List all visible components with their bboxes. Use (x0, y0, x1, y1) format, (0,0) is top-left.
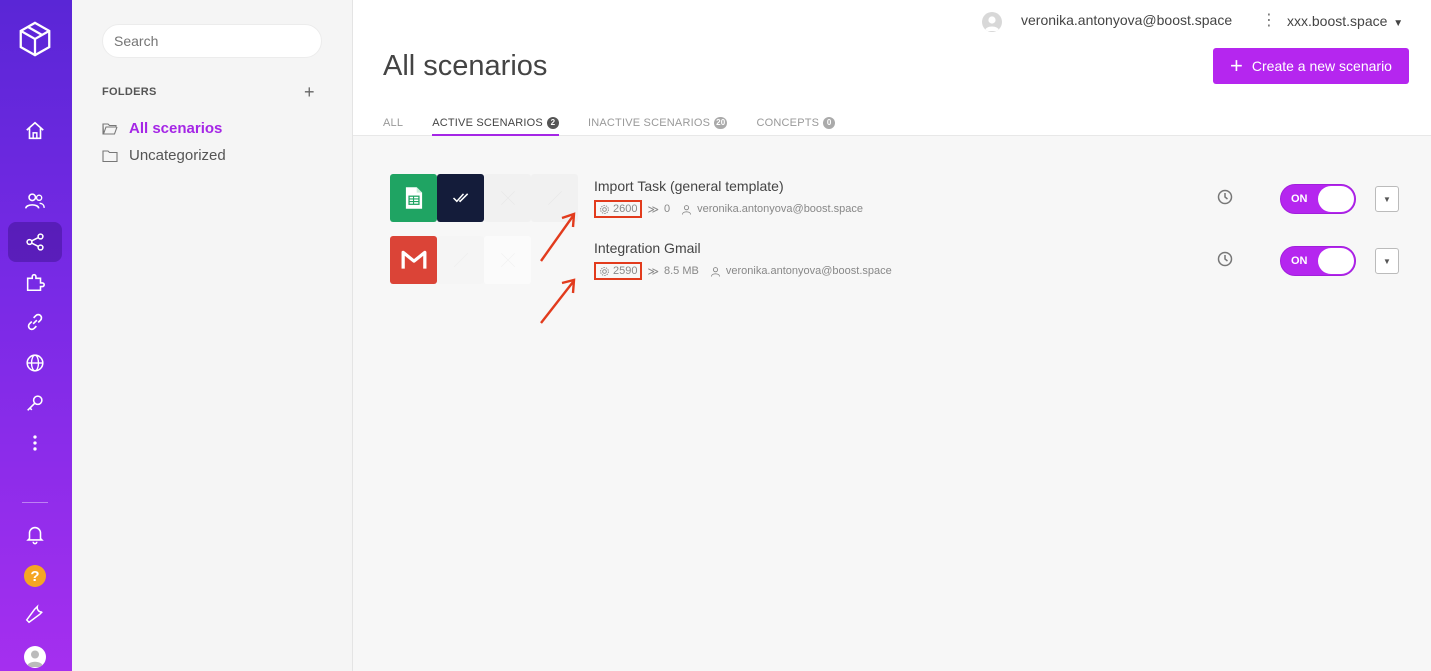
transfer-value: 8.5 MB (664, 265, 699, 277)
tab-label: INACTIVE SCENARIOS (587, 117, 711, 129)
annotation-arrow-icon (540, 278, 576, 324)
scenario-toggle[interactable]: ON (1280, 184, 1356, 214)
key-icon[interactable] (22, 390, 48, 416)
tab-all[interactable]: ALL (383, 110, 403, 136)
rail-divider (22, 502, 48, 503)
tab-concepts[interactable]: CONCEPTS 0 (756, 110, 836, 136)
count-badge: 20 (714, 117, 728, 129)
caret-down-icon: ▼ (1383, 194, 1391, 204)
add-folder-button[interactable]: + (304, 82, 315, 103)
caret-down-icon: ▼ (1383, 256, 1391, 266)
scenario-tabs: ALL ACTIVE SCENARIOS 2 INACTIVE SCENARIOS… (383, 110, 864, 137)
check-icon (437, 174, 484, 222)
folder-label: All scenarios (129, 120, 223, 137)
count-badge: 0 (823, 117, 836, 129)
boost-space-logo-icon[interactable] (16, 20, 54, 58)
operations-value: 2590 (613, 265, 638, 277)
scenario-name[interactable]: Import Task (general template) (594, 178, 784, 194)
help-icon[interactable]: ? (24, 565, 46, 587)
scenario-name[interactable]: Integration Gmail (594, 240, 701, 256)
organization-name: xxx.boost.space (1287, 13, 1388, 29)
scenario-meta: 2590 ≫ 8.5 MB veronika.antonyova@boost.s… (594, 262, 892, 280)
bell-icon[interactable] (22, 521, 48, 547)
transfer-icon: ≫ (647, 203, 659, 216)
toggle-knob (1318, 186, 1354, 212)
puzzle-icon[interactable] (22, 269, 48, 295)
user-avatar-icon[interactable] (982, 12, 1002, 32)
scenario-meta: 2600 ≫ 0 veronika.antonyova@boost.space (594, 200, 863, 218)
scenario-options-dropdown[interactable]: ▼ (1375, 186, 1399, 212)
scenario-toggle[interactable]: ON (1280, 246, 1356, 276)
annotation-arrow-icon (540, 212, 576, 262)
tab-label: ACTIVE SCENARIOS (432, 117, 543, 129)
page-header: veronika.antonyova@boost.space ⋮ xxx.boo… (353, 0, 1431, 137)
plus-icon: + (1230, 53, 1243, 78)
share-icon[interactable] (22, 229, 48, 255)
scenario-list: Import Task (general template) 2600 ≫ 0 … (353, 136, 1431, 671)
profile-avatar-icon[interactable] (24, 646, 46, 668)
placeholder-tile-icon (484, 236, 531, 284)
more-vertical-icon[interactable] (22, 430, 48, 456)
team-icon[interactable] (22, 188, 48, 214)
user-icon (710, 266, 720, 277)
sheets-icon (390, 174, 437, 222)
folder-uncategorized[interactable]: Uncategorized (102, 147, 226, 164)
home-icon[interactable] (22, 118, 48, 144)
count-badge: 2 (546, 117, 559, 129)
caret-down-icon: ▼ (1393, 18, 1404, 29)
toggle-label: ON (1291, 255, 1308, 267)
operations-count: 2600 (594, 200, 643, 218)
wrench-icon[interactable] (22, 601, 48, 627)
folder-all-scenarios[interactable]: All scenarios (102, 120, 222, 137)
folder-sidebar: FOLDERS + All scenarios Uncategorized (72, 0, 353, 671)
organization-switcher[interactable]: xxx.boost.space ▼ (1287, 13, 1403, 29)
placeholder-tile-icon (437, 236, 484, 284)
gear-icon (600, 204, 609, 214)
owner-value: veronika.antonyova@boost.space (725, 265, 892, 277)
owner-value: veronika.antonyova@boost.space (697, 203, 864, 215)
user-icon (682, 204, 692, 215)
tab-active-scenarios[interactable]: ACTIVE SCENARIOS 2 (432, 110, 559, 137)
scenario-options-dropdown[interactable]: ▼ (1375, 248, 1399, 274)
clock-icon[interactable] (1217, 251, 1233, 267)
create-scenario-button[interactable]: + Create a new scenario (1213, 48, 1409, 84)
operations-count: 2590 (594, 262, 643, 280)
folders-heading: FOLDERS (102, 86, 157, 98)
user-email[interactable]: veronika.antonyova@boost.space (1021, 12, 1232, 28)
folder-label: Uncategorized (129, 147, 226, 164)
search-input[interactable] (102, 24, 322, 58)
create-scenario-label: Create a new scenario (1251, 58, 1392, 74)
tab-inactive-scenarios[interactable]: INACTIVE SCENARIOS 20 (588, 110, 728, 136)
toggle-knob (1318, 248, 1354, 274)
tab-label: CONCEPTS (756, 117, 820, 129)
kebab-menu-icon[interactable]: ⋮ (1261, 10, 1277, 30)
app-rail: ? (0, 0, 72, 671)
placeholder-tile-icon (484, 174, 531, 222)
link-icon[interactable] (22, 309, 48, 335)
tab-label: ALL (383, 117, 404, 129)
folder-open-icon (102, 122, 118, 135)
clock-icon[interactable] (1217, 189, 1233, 205)
globe-icon[interactable] (22, 350, 48, 376)
toggle-label: ON (1291, 193, 1308, 205)
gmail-icon (390, 236, 437, 284)
operations-value: 2600 (613, 203, 638, 215)
transfer-value: 0 (664, 203, 671, 215)
transfer-icon: ≫ (647, 265, 659, 278)
page-title: All scenarios (383, 50, 548, 82)
gear-icon (600, 266, 609, 276)
module-tiles (390, 236, 531, 284)
folder-icon (102, 149, 118, 162)
